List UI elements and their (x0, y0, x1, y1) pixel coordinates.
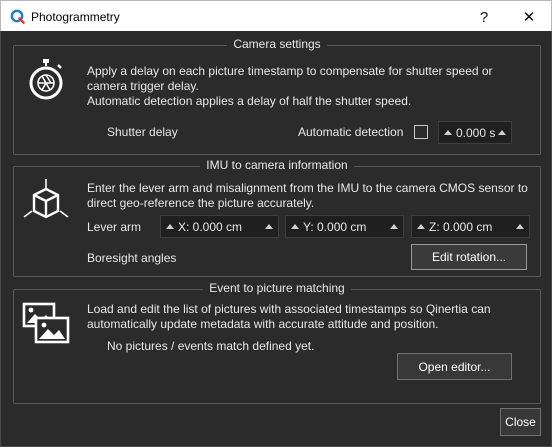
open-editor-button[interactable]: Open editor... (397, 353, 512, 380)
photogrammetry-dialog: Camera settings Apply a delay on each pi… (0, 31, 552, 447)
spin-up-left-icon[interactable] (444, 130, 452, 135)
lever-arm-x-spinbox[interactable]: X: 0.000 cm (160, 215, 279, 238)
shutter-delay-label: Shutter delay (107, 125, 178, 139)
events-status-text: No pictures / events match defined yet. (107, 339, 315, 353)
camera-settings-legend: Camera settings (227, 37, 327, 51)
camera-settings-group: Camera settings Apply a delay on each pi… (13, 37, 541, 155)
lever-arm-label: Lever arm (87, 220, 142, 234)
lever-arm-x-value: X: 0.000 cm (178, 220, 243, 234)
window-close-button[interactable]: ✕ (517, 6, 541, 28)
edit-rotation-button[interactable]: Edit rotation... (411, 244, 527, 270)
events-description-line1: Load and edit the list of pictures with … (87, 302, 491, 316)
shutter-delay-spinbox[interactable]: 0.000 s (438, 121, 512, 144)
pictures-gallery-icon (22, 302, 70, 344)
help-button[interactable]: ? (472, 6, 496, 28)
imu-camera-group: IMU to camera information Enter the leve… (13, 158, 541, 277)
lever-arm-z-spinbox[interactable]: Z: 0.000 cm (411, 215, 530, 238)
automatic-detection-checkbox[interactable] (414, 125, 428, 139)
spin-up-icon[interactable] (516, 224, 524, 229)
events-description-line2: automatically update metadata with accur… (87, 317, 439, 331)
title-bar: Photogrammetry ? ✕ (0, 0, 552, 31)
spin-up-icon[interactable] (498, 130, 506, 135)
camera-settings-description-line2: camera trigger delay. (87, 79, 199, 93)
imu-description-line2: direct geo-reference the picture accurat… (87, 196, 315, 210)
event-picture-legend: Event to picture matching (203, 281, 351, 295)
lever-arm-z-value: Z: 0.000 cm (429, 220, 493, 234)
imu-cube-axes-icon (23, 179, 69, 219)
imu-camera-legend: IMU to camera information (200, 158, 354, 172)
spin-up-icon[interactable] (390, 224, 398, 229)
stopwatch-shutter-icon (29, 59, 63, 100)
spin-up-left-icon[interactable] (166, 224, 174, 229)
imu-description-line1: Enter the lever arm and misalignment fro… (87, 181, 528, 195)
event-picture-matching-group: Event to picture matching Load and edit … (13, 281, 541, 404)
window-title: Photogrammetry (31, 10, 120, 24)
spin-up-left-icon[interactable] (417, 224, 425, 229)
automatic-detection-label: Automatic detection (298, 125, 404, 139)
lever-arm-y-value: Y: 0.000 cm (303, 220, 367, 234)
close-button[interactable]: Close (500, 408, 541, 436)
shutter-delay-value: 0.000 s (456, 126, 496, 140)
spin-up-icon[interactable] (265, 224, 273, 229)
camera-settings-description-line1: Apply a delay on each picture timestamp … (87, 64, 493, 78)
lever-arm-y-spinbox[interactable]: Y: 0.000 cm (285, 215, 404, 238)
camera-settings-description-line3: Automatic detection applies a delay of h… (87, 94, 412, 108)
qinertia-logo-icon (10, 9, 25, 24)
spin-up-left-icon[interactable] (291, 224, 299, 229)
boresight-angles-label: Boresight angles (87, 251, 177, 265)
